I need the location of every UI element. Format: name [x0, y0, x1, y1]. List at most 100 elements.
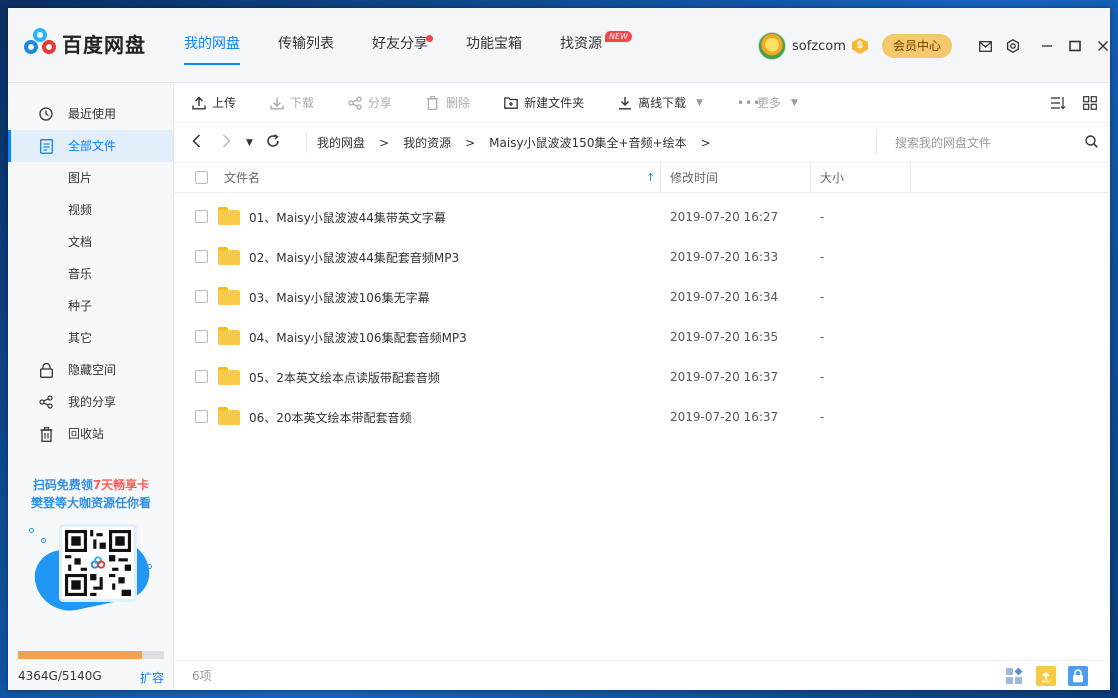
settings-gear-icon[interactable]: [1002, 35, 1024, 57]
username[interactable]: sofzcom: [792, 39, 846, 54]
widget-icon[interactable]: [1004, 666, 1024, 686]
row-checkbox[interactable]: [195, 370, 208, 383]
sidebar-item-label: 音乐: [68, 267, 93, 281]
status-bar: 6项: [174, 660, 1110, 690]
column-header-size[interactable]: 大小: [820, 169, 844, 186]
file-modified-time: 2019-07-20 16:37: [670, 370, 779, 384]
file-modified-time: 2019-07-20 16:34: [670, 290, 779, 304]
delete-button[interactable]: 删除: [426, 94, 470, 111]
column-header-modified[interactable]: 修改时间: [670, 169, 718, 186]
sidebar-item-torrents[interactable]: 种子: [8, 290, 173, 322]
close-icon[interactable]: [1092, 35, 1110, 57]
safe-box-lock-icon[interactable]: [1068, 666, 1088, 686]
file-name[interactable]: 05、2本英文绘本点读版带配套音频: [249, 369, 440, 386]
file-size: -: [820, 210, 825, 224]
tab-find-resources[interactable]: 找资源 NEW: [560, 8, 632, 83]
sidebar-item-recent[interactable]: 最近使用: [8, 98, 173, 130]
file-name[interactable]: 04、Maisy小鼠波波106集配套音频MP3: [249, 329, 467, 346]
table-row[interactable]: 06、20本英文绘本带配套音频 2019-07-20 16:37 -: [174, 397, 1110, 437]
member-center-button[interactable]: 会员中心: [882, 34, 952, 58]
trash-icon: [38, 426, 54, 442]
maximize-icon[interactable]: [1064, 35, 1086, 57]
select-all-checkbox[interactable]: [195, 171, 208, 184]
sidebar-item-label: 视频: [68, 203, 93, 217]
sidebar-item-label: 文档: [68, 235, 93, 249]
offline-download-icon: [618, 96, 632, 110]
coin-icon[interactable]: $: [851, 38, 868, 54]
sidebar-item-images[interactable]: 图片: [8, 162, 173, 194]
breadcrumb-item[interactable]: 我的网盘: [317, 134, 365, 151]
sidebar-item-all-files[interactable]: 全部文件: [8, 130, 173, 162]
breadcrumb-item[interactable]: 我的资源: [403, 134, 451, 151]
sidebar-item-music[interactable]: 音乐: [8, 258, 173, 290]
forward-icon[interactable]: [222, 133, 238, 152]
table-row[interactable]: 01、Maisy小鼠波波44集带英文字幕 2019-07-20 16:27 -: [174, 197, 1110, 237]
breadcrumb-separator: >: [465, 135, 476, 150]
table-row[interactable]: 03、Maisy小鼠波波106集无字幕 2019-07-20 16:34 -: [174, 277, 1110, 317]
upload-folder-icon[interactable]: [1036, 666, 1056, 686]
row-checkbox[interactable]: [195, 210, 208, 223]
promo-line-2: 樊登等大咖资源任你看: [30, 496, 151, 510]
share-icon: [38, 394, 54, 410]
tab-my-disk[interactable]: 我的网盘: [184, 8, 240, 83]
column-divider[interactable]: [910, 163, 911, 193]
column-divider[interactable]: [810, 163, 811, 193]
mail-icon[interactable]: [974, 35, 996, 57]
file-name[interactable]: 01、Maisy小鼠波波44集带英文字幕: [249, 209, 446, 226]
qr-code-graphic[interactable]: [21, 520, 161, 620]
sidebar-item-documents[interactable]: 文档: [8, 226, 173, 258]
grid-view-icon[interactable]: [1082, 95, 1098, 111]
sort-ascending-icon[interactable]: ↑: [646, 171, 655, 184]
download-button[interactable]: 下载: [270, 94, 314, 111]
refresh-icon[interactable]: [266, 133, 282, 152]
more-dots-icon: •••: [737, 95, 762, 110]
row-checkbox[interactable]: [195, 290, 208, 303]
sidebar-item-hidden-space[interactable]: 隐藏空间: [8, 354, 173, 386]
offline-download-label: 离线下载: [638, 96, 687, 110]
file-name[interactable]: 06、20本英文绘本带配套音频: [249, 409, 412, 426]
promo-banner[interactable]: 扫码免费领7天畅享卡 樊登等大咖资源任你看: [8, 476, 174, 620]
row-checkbox[interactable]: [195, 250, 208, 263]
expand-storage-link[interactable]: 扩容: [140, 669, 164, 686]
search-input[interactable]: [895, 136, 1065, 150]
offline-download-button[interactable]: 离线下载 ▼: [618, 94, 703, 111]
new-folder-button[interactable]: 新建文件夹: [504, 94, 584, 111]
search-icon[interactable]: [1085, 135, 1098, 151]
file-name[interactable]: 02、Maisy小鼠波波44集配套音频MP3: [249, 249, 459, 266]
table-row[interactable]: 05、2本英文绘本点读版带配套音频 2019-07-20 16:37 -: [174, 357, 1110, 397]
minimize-icon[interactable]: [1036, 35, 1058, 57]
download-icon: [270, 96, 284, 110]
row-checkbox[interactable]: [195, 410, 208, 423]
breadcrumb-item[interactable]: Maisy小鼠波波150集全+音频+绘本: [489, 134, 686, 151]
sort-list-icon[interactable]: [1050, 95, 1066, 111]
back-icon[interactable]: [192, 133, 208, 152]
tab-friend-share[interactable]: 好友分享: [372, 8, 433, 83]
sidebar-item-my-shares[interactable]: 我的分享: [8, 386, 173, 418]
table-row[interactable]: 02、Maisy小鼠波波44集配套音频MP3 2019-07-20 16:33 …: [174, 237, 1110, 277]
column-header-name[interactable]: 文件名: [224, 169, 260, 186]
column-divider[interactable]: [660, 163, 661, 193]
tab-transfer-list[interactable]: 传输列表: [278, 8, 334, 83]
history-dropdown-icon[interactable]: ▼: [246, 138, 262, 148]
sidebar-item-videos[interactable]: 视频: [8, 194, 173, 226]
sidebar-item-others[interactable]: 其它: [8, 322, 173, 354]
chevron-down-icon[interactable]: ▼: [791, 98, 798, 108]
file-modified-time: 2019-07-20 16:33: [670, 250, 779, 264]
file-name[interactable]: 03、Maisy小鼠波波106集无字幕: [249, 289, 430, 306]
share-button[interactable]: 分享: [348, 94, 392, 111]
breadcrumb-separator[interactable]: >: [701, 136, 711, 150]
table-row[interactable]: 04、Maisy小鼠波波106集配套音频MP3 2019-07-20 16:35…: [174, 317, 1110, 357]
clock-icon: [38, 106, 54, 122]
upload-button[interactable]: 上传: [192, 94, 236, 111]
file-size: -: [820, 370, 825, 384]
tab-toolbox[interactable]: 功能宝箱: [466, 8, 522, 83]
sidebar-item-recycle-bin[interactable]: 回收站: [8, 418, 173, 450]
user-profile[interactable]: sofzcom $: [758, 32, 868, 60]
more-button[interactable]: ••• 更多 ▼: [737, 94, 798, 111]
app-logo[interactable]: 百度网盘: [24, 28, 146, 58]
chevron-down-icon[interactable]: ▼: [696, 98, 703, 108]
avatar[interactable]: [758, 32, 786, 60]
row-checkbox[interactable]: [195, 330, 208, 343]
notification-dot: [426, 35, 433, 42]
app-title: 百度网盘: [62, 32, 146, 57]
